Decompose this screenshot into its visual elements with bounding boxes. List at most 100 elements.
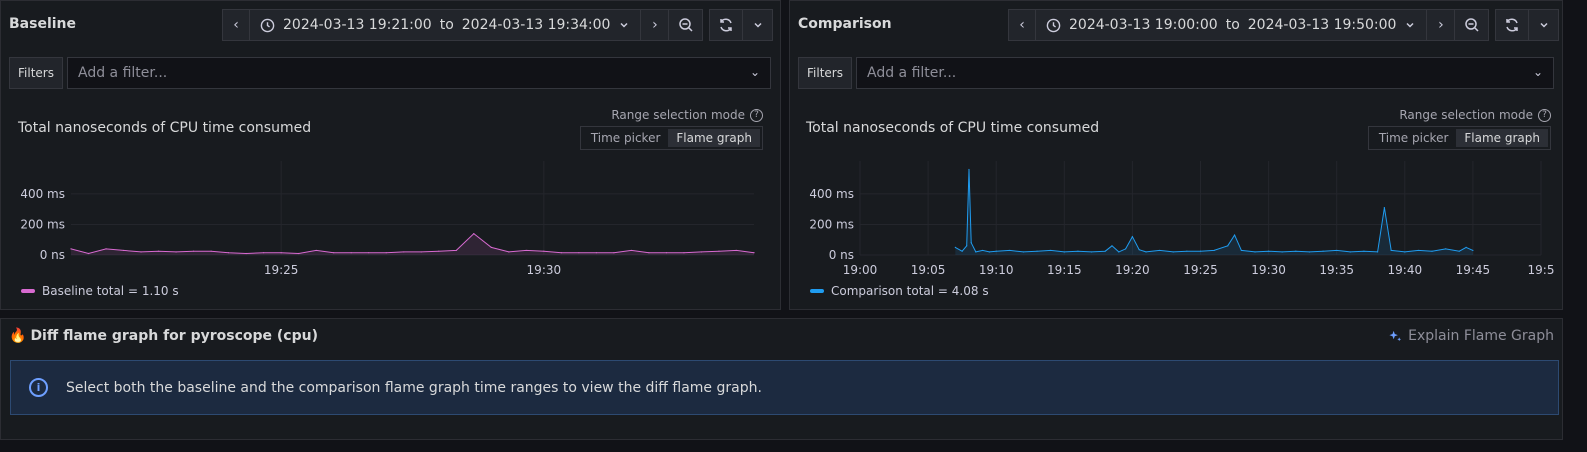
baseline-time-range-picker[interactable]: 2024-03-13 19:21:00 to 2024-03-13 19:34:… <box>250 9 642 41</box>
comparison-flame-graph-option[interactable]: Flame graph <box>1456 129 1548 147</box>
diff-title: 🔥 Diff flame graph for pyroscope (cpu) <box>9 328 318 344</box>
data-point <box>735 249 738 252</box>
y-tick-label: 400 ms <box>20 187 65 201</box>
series-line <box>955 169 1474 253</box>
data-point <box>1104 250 1106 252</box>
data-point <box>1233 234 1236 236</box>
data-point <box>1009 249 1011 252</box>
series-line <box>70 232 755 255</box>
comparison-panel: Comparison ‹ 2024-03-13 19:00:00 to 2024… <box>789 0 1563 310</box>
comparison-time-forward-button[interactable]: › <box>1427 9 1456 41</box>
data-point <box>961 250 963 252</box>
data-point <box>1036 250 1038 252</box>
data-point <box>175 251 177 253</box>
data-point <box>473 233 475 235</box>
data-point <box>1417 249 1420 252</box>
baseline-refresh-interval-dropdown[interactable] <box>743 9 774 41</box>
data-point <box>683 252 685 254</box>
data-point <box>1124 248 1127 250</box>
help-icon[interactable]: ? <box>750 108 763 122</box>
explain-flame-graph-button[interactable]: Explain Flame Graph <box>1389 328 1554 344</box>
baseline-time-controls: ‹ 2024-03-13 19:21:00 to 2024-03-13 19:3… <box>222 9 774 41</box>
time-range-separator: to <box>1225 17 1240 33</box>
data-point <box>1404 251 1406 253</box>
chevron-right-icon: › <box>1438 17 1444 33</box>
data-point <box>981 249 984 252</box>
x-tick-label: 19:05 <box>911 263 946 276</box>
x-tick-label: 19:25 <box>264 263 299 276</box>
baseline-refresh-button[interactable] <box>709 9 744 41</box>
comparison-time-back-button[interactable]: ‹ <box>1008 9 1036 41</box>
comparison-time-range-picker[interactable]: 2024-03-13 19:00:00 to 2024-03-13 19:50:… <box>1036 9 1428 41</box>
zoom-out-icon <box>679 18 693 32</box>
comparison-time-picker-option[interactable]: Time picker <box>1371 129 1457 147</box>
data-point <box>403 251 405 253</box>
data-point <box>1050 249 1052 252</box>
baseline-time-picker-option[interactable]: Time picker <box>583 129 669 147</box>
x-tick-label: 19:30 <box>527 263 562 276</box>
y-tick-label: 0 ns <box>829 248 854 262</box>
comparison-zoom-out-button[interactable] <box>1455 9 1490 41</box>
data-point <box>1240 249 1242 252</box>
data-point <box>263 252 265 254</box>
data-point <box>613 252 615 254</box>
data-point <box>210 250 212 252</box>
data-point <box>122 249 125 252</box>
comparison-filter-input[interactable]: Add a filter... ⌄ <box>856 57 1554 89</box>
data-point <box>1138 249 1140 251</box>
data-point <box>1390 249 1392 252</box>
data-point <box>1145 251 1147 253</box>
data-point <box>648 252 650 254</box>
data-point <box>1172 251 1174 253</box>
comparison-time-controls: ‹ 2024-03-13 19:00:00 to 2024-03-13 19:5… <box>1008 9 1560 41</box>
comparison-filters-row: Filters Add a filter... ⌄ <box>798 57 1554 89</box>
data-point <box>578 252 580 254</box>
comparison-range-selection-label: Range selection mode ? <box>1399 108 1551 122</box>
x-tick-label: 19:00 <box>843 263 878 276</box>
x-tick-label: 19:15 <box>1047 263 1082 276</box>
baseline-time-back-button[interactable]: ‹ <box>222 9 250 41</box>
data-point <box>157 250 160 252</box>
baseline-chart-title: Total nanoseconds of CPU time consumed <box>18 120 312 136</box>
data-point <box>970 242 972 244</box>
baseline-flame-graph-option[interactable]: Flame graph <box>668 129 760 147</box>
baseline-title: Baseline <box>9 16 77 32</box>
data-point <box>1336 249 1338 252</box>
data-point <box>1322 250 1324 252</box>
comparison-chart[interactable]: 0 ns 200 ms 400 ms 19:00 19:05 19:10 19:15 19:2… <box>790 151 1562 276</box>
data-point <box>966 245 968 247</box>
info-icon: i <box>29 378 48 397</box>
x-tick-label: 19:10 <box>979 263 1014 276</box>
comparison-title: Comparison <box>798 16 892 32</box>
comparison-legend[interactable]: Comparison total = 4.08 s <box>810 284 989 298</box>
chevron-down-icon <box>620 22 628 28</box>
baseline-time-from: 2024-03-13 19:21:00 <box>283 17 432 33</box>
comparison-legend-label: Comparison total = 4.08 s <box>831 284 989 298</box>
fire-icon: 🔥 <box>9 328 27 344</box>
comparison-time-to: 2024-03-13 19:50:00 <box>1247 17 1397 33</box>
comparison-refresh-interval-dropdown[interactable] <box>1529 9 1560 41</box>
diff-panel: 🔥 Diff flame graph for pyroscope (cpu) E… <box>0 318 1563 440</box>
baseline-filter-input[interactable]: Add a filter... ⌄ <box>67 57 771 89</box>
data-point <box>1268 250 1270 252</box>
help-icon[interactable]: ? <box>1538 108 1551 122</box>
data-point <box>1111 245 1113 247</box>
baseline-legend[interactable]: Baseline total = 1.10 s <box>21 284 179 298</box>
chevron-down-icon: ⌄ <box>749 65 760 79</box>
data-point <box>87 252 90 255</box>
data-point <box>508 251 510 253</box>
data-point <box>140 251 142 253</box>
comparison-refresh-button[interactable] <box>1495 9 1530 41</box>
baseline-zoom-out-button[interactable] <box>669 9 704 41</box>
baseline-chart[interactable]: 0 ns 200 ms 400 ms 19:25 19:30 <box>1 151 780 276</box>
sparkle-icon <box>1389 330 1402 341</box>
data-point <box>1383 207 1385 209</box>
data-point <box>1131 236 1133 238</box>
data-point <box>228 252 230 254</box>
time-range-separator: to <box>439 17 454 33</box>
baseline-time-forward-button[interactable]: › <box>641 9 670 41</box>
x-tick-label: 19:45 <box>1456 263 1491 276</box>
baseline-range-selection-label: Range selection mode ? <box>611 108 763 122</box>
data-point <box>1295 250 1297 252</box>
zoom-out-icon <box>1465 18 1479 32</box>
